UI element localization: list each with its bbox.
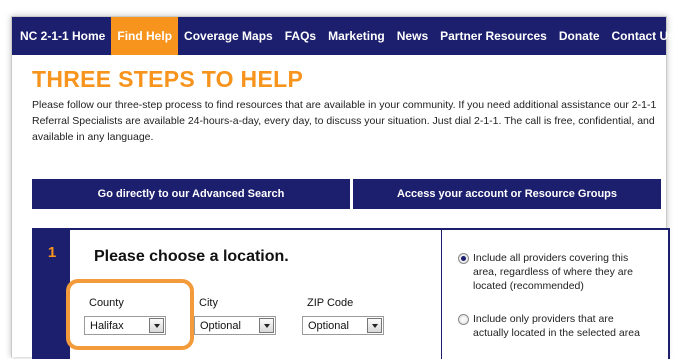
zip-value: Optional <box>308 320 349 332</box>
intro-text: Please follow our three-step process to … <box>32 99 657 143</box>
nav-find-help[interactable]: Find Help <box>111 17 179 55</box>
page-title: THREE STEPS TO HELP <box>32 66 304 92</box>
account-button[interactable]: Access your account or Resource Groups <box>353 179 661 209</box>
nav-news[interactable]: News <box>391 17 434 55</box>
nav-faqs[interactable]: FAQs <box>279 17 322 55</box>
nav-contact-us[interactable]: Contact Us <box>606 17 674 55</box>
zip-select[interactable]: Optional <box>302 316 384 335</box>
nav-home[interactable]: NC 2-1-1 Home <box>12 17 111 55</box>
advanced-search-button[interactable]: Go directly to our Advanced Search <box>32 179 350 209</box>
radio-located-providers[interactable] <box>458 314 469 325</box>
panel-divider <box>441 230 442 359</box>
page-frame: NC 2-1-1 Home Find Help Coverage Maps FA… <box>11 16 674 359</box>
nav-coverage-maps[interactable]: Coverage Maps <box>178 17 279 55</box>
chevron-down-icon[interactable] <box>367 318 382 333</box>
zip-label: ZIP Code <box>307 297 354 309</box>
radio-all-providers[interactable] <box>458 253 469 264</box>
city-select[interactable]: Optional <box>194 316 276 335</box>
nav-donate[interactable]: Donate <box>553 17 606 55</box>
city-value: Optional <box>200 320 241 332</box>
step-title: Please choose a location. <box>94 248 289 265</box>
radio-all-providers-label: Include all providers covering this area… <box>473 252 633 292</box>
chevron-down-icon[interactable] <box>259 318 274 333</box>
top-nav: NC 2-1-1 Home Find Help Coverage Maps FA… <box>12 17 674 55</box>
step-number: 1 <box>34 230 70 359</box>
nav-partner-resources[interactable]: Partner Resources <box>434 17 553 55</box>
county-highlight-annotation <box>66 279 194 350</box>
step-1-panel: 1 Please choose a location. County Halif… <box>32 228 670 359</box>
nav-marketing[interactable]: Marketing <box>322 17 391 55</box>
radio-located-providers-label: Include only providers that are actually… <box>473 313 640 339</box>
city-label: City <box>199 297 218 309</box>
